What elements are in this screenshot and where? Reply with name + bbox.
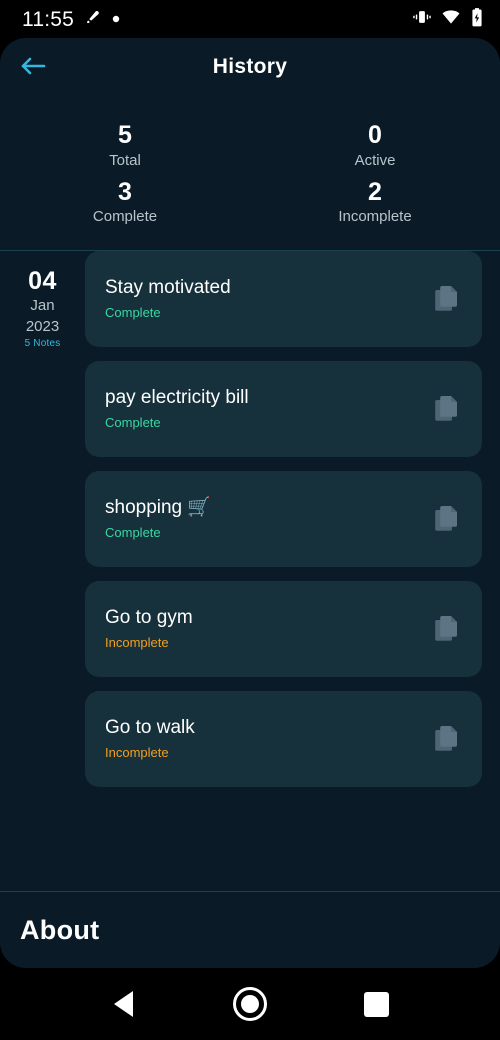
stats-row-top: 5 Total 0 Active bbox=[0, 114, 500, 171]
vpn-key-icon bbox=[83, 7, 103, 32]
stat-total-value: 5 bbox=[118, 121, 132, 149]
phone-screen: 11:55 History 5 Total 0 Active 3 Complet… bbox=[0, 0, 500, 1040]
stats-row-bottom: 3 Complete 2 Incomplete bbox=[0, 171, 500, 228]
status-bar-left: 11:55 bbox=[22, 7, 120, 32]
copy-document-icon[interactable] bbox=[430, 612, 464, 646]
note-title: Go to gym bbox=[105, 607, 193, 629]
stat-active: 0 Active bbox=[250, 114, 500, 171]
note-content: Stay motivated Complete bbox=[105, 276, 420, 321]
arrow-left-icon bbox=[18, 53, 48, 82]
home-nav-button[interactable] bbox=[222, 976, 278, 1032]
about-section[interactable]: About bbox=[0, 892, 500, 968]
note-card[interactable]: shopping 🛒 Complete bbox=[85, 470, 482, 567]
stat-incomplete-value: 2 bbox=[368, 177, 382, 206]
stat-incomplete-label: Incomplete bbox=[338, 208, 412, 226]
date-day: 04 bbox=[28, 266, 57, 295]
note-status: Incomplete bbox=[105, 744, 169, 760]
system-navigation-bar bbox=[0, 968, 500, 1040]
vibrate-icon bbox=[412, 7, 432, 32]
note-status: Incomplete bbox=[105, 634, 169, 650]
recents-nav-button[interactable] bbox=[349, 976, 405, 1032]
stat-complete-value: 3 bbox=[118, 177, 132, 206]
status-bar: 11:55 bbox=[0, 0, 500, 38]
date-group-header: 04 Jan 2023 5 Notes bbox=[0, 251, 85, 892]
status-bar-right bbox=[412, 7, 484, 32]
back-button[interactable] bbox=[18, 47, 58, 87]
note-title: Stay motivated bbox=[105, 277, 231, 299]
stat-incomplete: 2 Incomplete bbox=[250, 171, 500, 228]
stat-active-value: 0 bbox=[368, 121, 382, 149]
notes-column: Stay motivated Complete pay electricity … bbox=[85, 250, 500, 892]
note-status: Complete bbox=[105, 524, 161, 540]
copy-document-icon[interactable] bbox=[430, 392, 464, 426]
stat-active-label: Active bbox=[354, 151, 396, 169]
note-status: Complete bbox=[105, 304, 161, 320]
note-content: Go to gym Incomplete bbox=[105, 606, 420, 651]
note-title: pay electricity bill bbox=[105, 387, 249, 409]
note-content: Go to walk Incomplete bbox=[105, 716, 420, 761]
stat-complete-label: Complete bbox=[92, 208, 158, 226]
note-content: pay electricity bill Complete bbox=[105, 386, 420, 431]
note-card[interactable]: pay electricity bill Complete bbox=[85, 360, 482, 457]
copy-document-icon[interactable] bbox=[430, 282, 464, 316]
copy-document-icon[interactable] bbox=[430, 502, 464, 536]
stats-summary: 5 Total 0 Active 3 Complete 2 Incomplete bbox=[0, 96, 500, 251]
history-list: 04 Jan 2023 5 Notes Stay motivated Compl… bbox=[0, 250, 500, 892]
triangle-back-icon bbox=[113, 991, 133, 1017]
note-card[interactable]: Stay motivated Complete bbox=[85, 250, 482, 347]
stat-total: 5 Total bbox=[0, 114, 250, 171]
dot-indicator-icon bbox=[112, 10, 120, 28]
page-title: History bbox=[212, 55, 288, 78]
date-year: 2023 bbox=[25, 317, 60, 335]
note-title: Go to walk bbox=[105, 717, 195, 739]
wifi-icon bbox=[441, 7, 461, 32]
note-card[interactable]: Go to gym Incomplete bbox=[85, 580, 482, 677]
copy-document-icon[interactable] bbox=[430, 722, 464, 756]
battery-charging-icon bbox=[470, 7, 484, 32]
note-card[interactable]: Go to walk Incomplete bbox=[85, 690, 482, 787]
note-status: Complete bbox=[105, 414, 161, 430]
stat-total-label: Total bbox=[109, 151, 141, 169]
square-recents-icon bbox=[364, 991, 390, 1017]
about-title: About bbox=[20, 914, 100, 945]
circle-home-icon bbox=[232, 987, 267, 1021]
app-surface: History 5 Total 0 Active 3 Complete 2 In… bbox=[0, 38, 500, 968]
note-content: shopping 🛒 Complete bbox=[105, 496, 420, 541]
back-nav-button[interactable] bbox=[95, 976, 151, 1032]
status-bar-clock: 11:55 bbox=[22, 7, 74, 31]
date-note-count: 5 Notes bbox=[24, 338, 61, 350]
stat-complete: 3 Complete bbox=[0, 171, 250, 228]
note-title: shopping 🛒 bbox=[105, 497, 212, 519]
date-month: Jan bbox=[30, 297, 55, 314]
app-bar: History bbox=[0, 38, 500, 96]
